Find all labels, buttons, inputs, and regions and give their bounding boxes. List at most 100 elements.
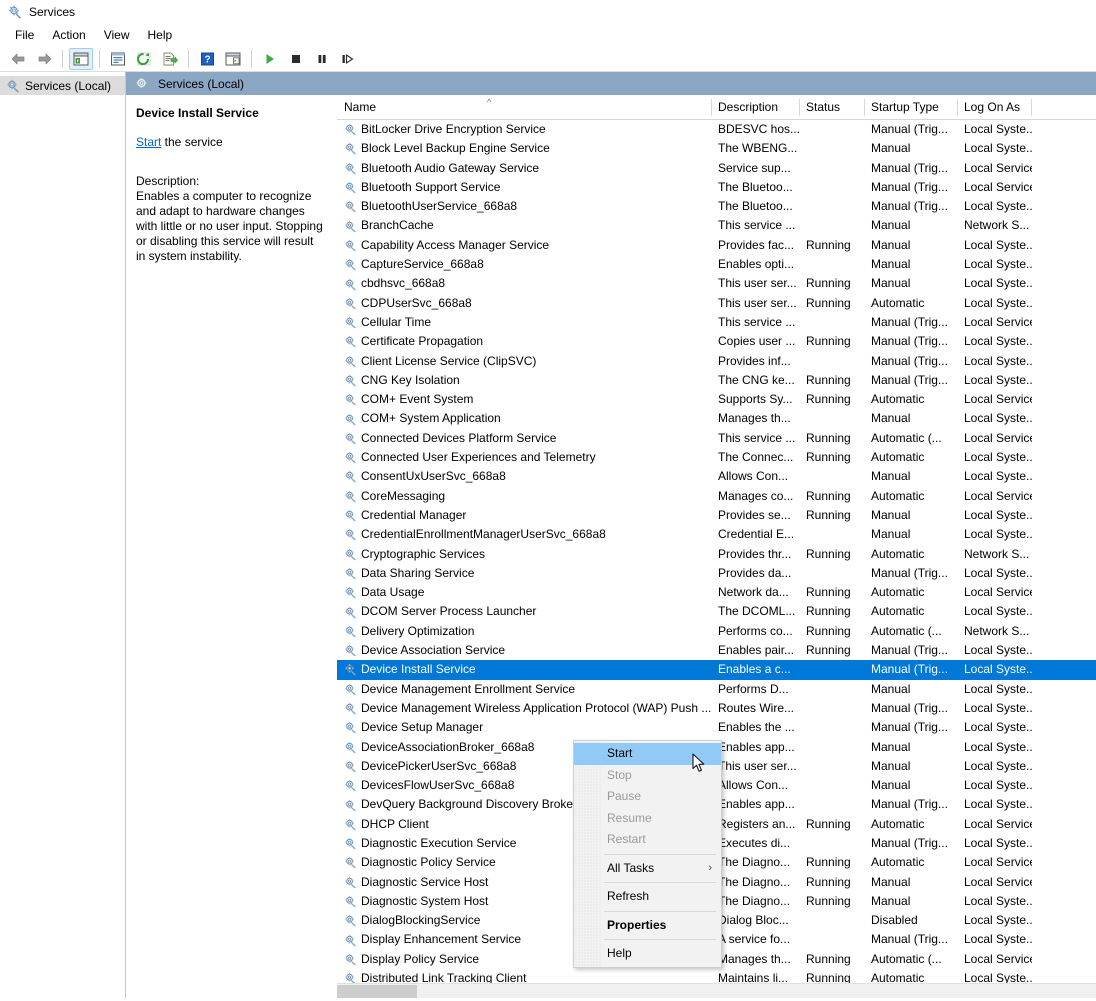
pause-service-icon[interactable] [310,48,334,70]
menu-help[interactable]: Help [139,26,182,44]
table-row[interactable]: CredentialEnrollmentManagerUserSvc_668a8… [337,525,1096,544]
table-row[interactable]: BitLocker Drive Encryption ServiceBDESVC… [337,120,1096,139]
table-row[interactable]: CoreMessagingManages co...RunningAutomat… [337,487,1096,506]
restart-service-icon[interactable] [336,48,360,70]
column-header-log-on-as[interactable]: Log On As [957,95,1032,120]
cell-log-on-as: Local Syste... [957,641,1032,660]
cell-status [799,313,864,332]
context-menu-item-start[interactable]: Start [574,743,721,765]
table-row[interactable]: cbdhsvc_668a8This user ser...RunningManu… [337,274,1096,293]
back-arrow-icon[interactable] [6,48,30,70]
service-gear-icon [343,257,358,272]
svg-text:?: ? [204,54,210,65]
stop-service-icon[interactable] [284,48,308,70]
table-row[interactable]: Device Association ServiceEnables pair..… [337,641,1096,660]
service-gear-icon [343,354,358,369]
cell-status: Running [799,294,864,313]
cell-startup-type: Manual [864,255,957,274]
table-row[interactable]: Bluetooth Audio Gateway ServiceService s… [337,159,1096,178]
table-row[interactable]: Device Management Enrollment ServicePerf… [337,680,1096,699]
start-service-link[interactable]: Start [136,135,161,149]
table-row[interactable]: Block Level Backup Engine ServiceThe WBE… [337,139,1096,158]
column-header-status[interactable]: Status [799,95,864,120]
column-header-name-label: Name [344,100,376,114]
toolbar: ? [0,46,1096,72]
start-service-icon[interactable] [258,48,282,70]
table-row[interactable]: BranchCacheThis service ...ManualNetwork… [337,216,1096,235]
table-row[interactable]: ConsentUxUserSvc_668a8Allows Con...Manua… [337,467,1096,486]
context-menu-item-stop: Stop [574,765,721,787]
service-name-label: COM+ System Application [361,409,501,428]
export-list-icon[interactable] [158,48,182,70]
cell-name: Capability Access Manager Service [337,236,711,255]
cell-name: Bluetooth Audio Gateway Service [337,159,711,178]
help-icon[interactable]: ? [195,48,219,70]
service-gear-icon [343,141,358,156]
table-row[interactable]: DCOM Server Process LauncherThe DCOML...… [337,602,1096,621]
cell-startup-type: Automatic [864,545,957,564]
menu-file[interactable]: File [6,26,43,44]
table-row[interactable]: Data UsageNetwork da...RunningAutomaticL… [337,583,1096,602]
table-row[interactable]: COM+ System ApplicationManages th...Manu… [337,409,1096,428]
show-hide-action-pane-icon[interactable] [221,48,245,70]
refresh-icon[interactable] [132,48,156,70]
tree-item-services-local[interactable]: Services (Local) [0,76,125,95]
cell-description: Provides se... [711,506,799,525]
horizontal-scrollbar[interactable] [337,983,1096,998]
cell-description: BDESVC hos... [711,120,799,139]
detail-description-label: Description: [136,174,324,189]
context-menu-item-all-tasks[interactable]: All Tasks› [574,858,721,880]
show-hide-tree-icon[interactable] [69,48,93,70]
cell-description: Enables pair... [711,641,799,660]
cell-status [799,757,864,776]
table-row[interactable]: COM+ Event SystemSupports Sy...RunningAu… [337,390,1096,409]
table-row[interactable]: Credential ManagerProvides se...RunningM… [337,506,1096,525]
context-menu-item-refresh[interactable]: Refresh [574,886,721,908]
table-row[interactable]: Connected Devices Platform ServiceThis s… [337,429,1096,448]
service-name-label: CDPUserSvc_668a8 [361,294,472,313]
horizontal-scrollbar-thumb[interactable] [337,985,417,998]
menu-action[interactable]: Action [43,26,94,44]
cell-log-on-as: Local Service [957,429,1032,448]
service-name-label: Capability Access Manager Service [361,236,549,255]
table-row[interactable]: Capability Access Manager ServiceProvide… [337,236,1096,255]
properties-icon[interactable] [106,48,130,70]
tree-item-label: Services (Local) [25,79,111,93]
service-name-label: CNG Key Isolation [361,371,460,390]
cell-log-on-as: Local Syste... [957,680,1032,699]
forward-arrow-icon[interactable] [32,48,56,70]
table-row[interactable]: Certificate PropagationCopies user ...Ru… [337,332,1096,351]
column-header-name[interactable]: Name ^ [337,95,711,120]
menu-bar: File Action View Help [0,24,1096,46]
context-menu-item-help[interactable]: Help [574,943,721,965]
table-row[interactable]: Device Management Wireless Application P… [337,699,1096,718]
services-gear-icon [5,78,21,94]
service-name-label: Bluetooth Audio Gateway Service [361,159,539,178]
table-row[interactable]: Connected User Experiences and Telemetry… [337,448,1096,467]
cell-log-on-as: Local Syste... [957,409,1032,428]
table-row[interactable]: Cellular TimeThis service ...Manual (Tri… [337,313,1096,332]
cell-description: The Diagno... [711,892,799,911]
table-row[interactable]: CNG Key IsolationThe CNG ke...RunningMan… [337,371,1096,390]
table-row[interactable]: Device Setup ManagerEnables the ...Manua… [337,718,1096,737]
table-row[interactable]: Bluetooth Support ServiceThe Bluetoo...M… [337,178,1096,197]
cell-description: Provides thr... [711,545,799,564]
cell-log-on-as: Local Syste... [957,197,1032,216]
column-header-description[interactable]: Description [711,95,799,120]
table-row[interactable]: Delivery OptimizationPerforms co...Runni… [337,622,1096,641]
cell-log-on-as: Local Syste... [957,371,1032,390]
cell-log-on-as: Local Syste... [957,911,1032,930]
column-header-startup-type[interactable]: Startup Type [864,95,957,120]
cell-description: The Bluetoo... [711,197,799,216]
cell-startup-type: Manual [864,274,957,293]
table-row[interactable]: Data Sharing ServiceProvides da...Manual… [337,564,1096,583]
menu-view[interactable]: View [95,26,139,44]
cell-description: This user ser... [711,274,799,293]
table-row[interactable]: CDPUserSvc_668a8This user ser...RunningA… [337,294,1096,313]
table-row[interactable]: Client License Service (ClipSVC)Provides… [337,352,1096,371]
table-row[interactable]: CaptureService_668a8Enables opti...Manua… [337,255,1096,274]
context-menu-item-properties[interactable]: Properties [574,915,721,937]
table-row[interactable]: Device Install ServiceEnables a c...Manu… [337,660,1096,679]
table-row[interactable]: Cryptographic ServicesProvides thr...Run… [337,545,1096,564]
table-row[interactable]: BluetoothUserService_668a8The Bluetoo...… [337,197,1096,216]
